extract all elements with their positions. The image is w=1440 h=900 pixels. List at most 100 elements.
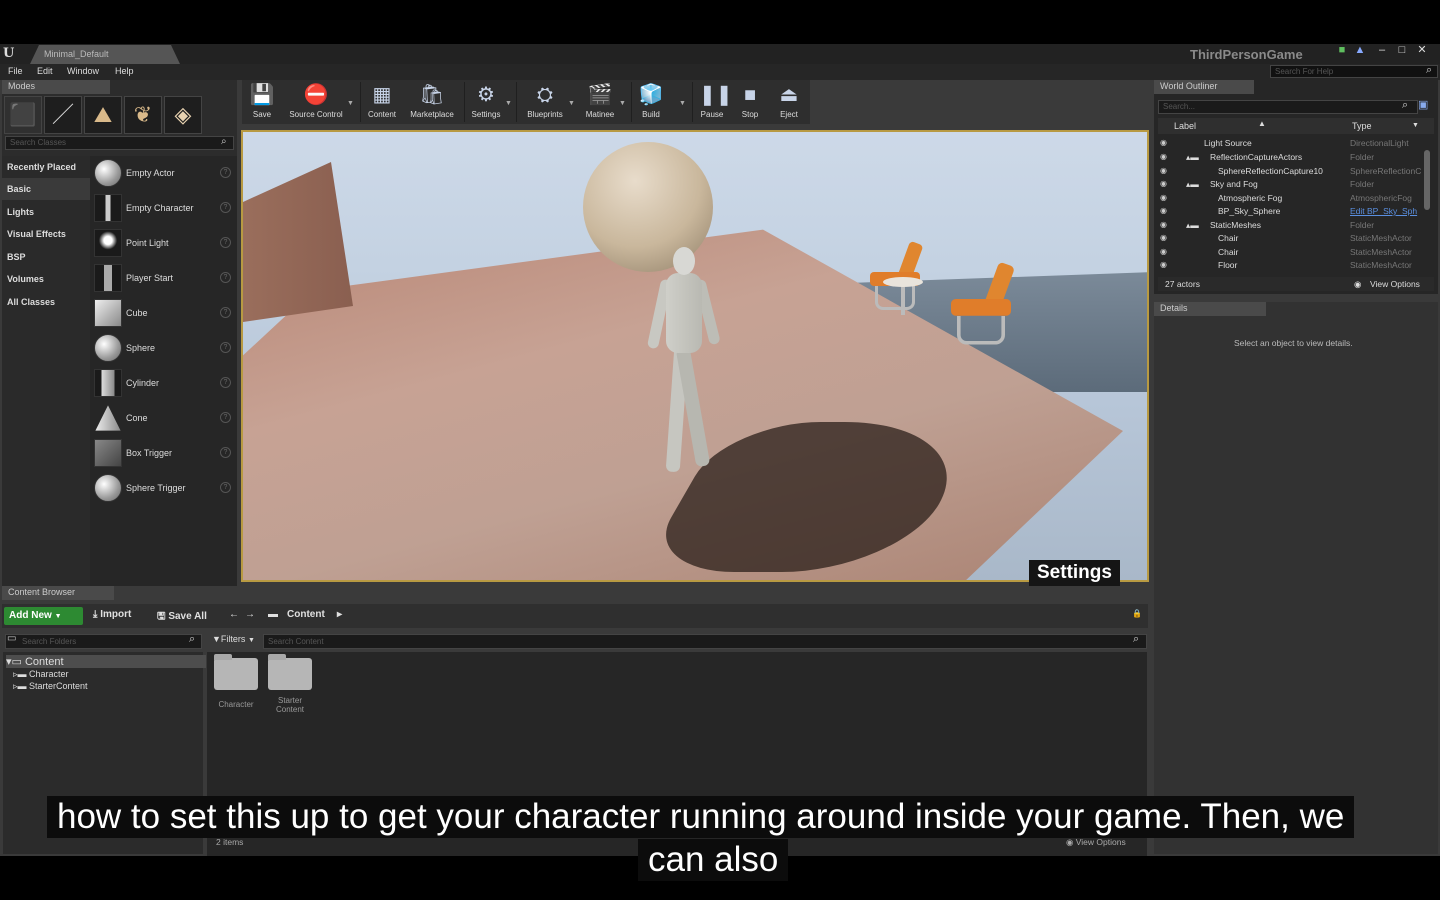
eye-icon[interactable]: ◉ — [1160, 166, 1167, 175]
save-button[interactable]: 💾 Save — [244, 80, 280, 124]
help-icon[interactable]: ? — [220, 272, 231, 283]
content-browser-tab[interactable]: Content Browser — [2, 586, 114, 600]
category-bsp[interactable]: BSP — [2, 246, 90, 268]
help-icon[interactable]: ? — [220, 377, 231, 388]
place-item-empty-character[interactable]: Empty Character? — [94, 194, 234, 224]
eye-icon[interactable]: ◉ — [1160, 152, 1167, 161]
modes-tab[interactable]: Modes — [2, 80, 110, 94]
outliner-row[interactable]: ◉ ▴▬ ReflectionCaptureActors Folder — [1158, 151, 1423, 164]
search-content-input[interactable]: Search Content — [263, 634, 1147, 649]
matinee-button[interactable]: 🎬 Matinee — [580, 80, 620, 124]
place-mode-icon[interactable]: ⬛ — [4, 96, 42, 134]
stop-button[interactable]: ■ Stop — [736, 80, 764, 124]
chevron-down-icon[interactable]: ▼ — [619, 100, 626, 107]
place-item-sphere-trigger[interactable]: Sphere Trigger? — [94, 474, 234, 504]
source-control-button[interactable]: ⛔ Source Control — [284, 80, 348, 124]
import-button[interactable]: ⤓ Import — [93, 609, 131, 620]
menu-help[interactable]: Help — [115, 66, 134, 76]
back-arrow-icon[interactable]: ← — [229, 609, 239, 620]
outliner-row[interactable]: ◉ Atmospheric Fog AtmosphericFog — [1158, 192, 1423, 205]
view-options-button[interactable]: View Options — [1370, 279, 1420, 289]
type-column-header[interactable]: Type — [1352, 121, 1372, 131]
pause-button[interactable]: ❚❚ Pause — [697, 80, 733, 124]
place-item-box-trigger[interactable]: Box Trigger? — [94, 439, 234, 469]
place-item-cube[interactable]: Cube? — [94, 299, 234, 329]
outliner-row[interactable]: ◉ Floor StaticMeshActor — [1158, 259, 1423, 272]
place-item-player-start[interactable]: Player Start? — [94, 264, 234, 294]
add-folder-icon[interactable]: ▭ — [7, 633, 16, 644]
settings-button[interactable]: ⚙ Settings — [468, 80, 504, 124]
category-recently-placed[interactable]: Recently Placed — [2, 156, 90, 178]
outliner-scrollbar[interactable] — [1424, 150, 1430, 210]
menu-window[interactable]: Window — [67, 66, 99, 76]
place-item-point-light[interactable]: Point Light? — [94, 229, 234, 259]
path-breadcrumb[interactable]: Content — [287, 609, 325, 620]
forward-arrow-icon[interactable]: → — [245, 609, 255, 620]
view-options-button[interactable]: ◉ View Options — [1066, 837, 1126, 848]
place-item-cylinder[interactable]: Cylinder? — [94, 369, 234, 399]
outliner-row[interactable]: ◉ Chair StaticMeshActor — [1158, 246, 1423, 259]
eject-button[interactable]: ⏏ Eject — [774, 80, 804, 124]
content-button[interactable]: ▦ Content — [364, 80, 400, 124]
eye-icon[interactable]: ◉ — [1160, 206, 1167, 215]
world-outliner-tab[interactable]: World Outliner — [1154, 80, 1254, 94]
category-volumes[interactable]: Volumes — [2, 268, 90, 290]
label-column-header[interactable]: Label — [1174, 121, 1196, 131]
outliner-row[interactable]: ◉ Chair StaticMeshActor — [1158, 232, 1423, 245]
add-folder-icon[interactable]: ▣ — [1418, 98, 1428, 111]
chevron-right-icon[interactable]: ▸ — [337, 609, 342, 620]
level-viewport[interactable] — [241, 130, 1149, 582]
marketplace-button[interactable]: 🛍 Marketplace — [405, 80, 459, 124]
source-control-status-icon[interactable]: ■ — [1332, 44, 1352, 58]
outliner-row[interactable]: ◉ SphereReflectionCapture10 SphereReflecti… — [1158, 165, 1423, 178]
eye-icon[interactable]: ◉ — [1160, 179, 1167, 188]
chevron-down-icon[interactable]: ▼ — [568, 100, 575, 107]
place-item-cone[interactable]: Cone? — [94, 404, 234, 434]
place-item-empty-actor[interactable]: Empty Actor? — [94, 159, 234, 189]
add-new-button[interactable]: Add New ▼ — [4, 607, 83, 625]
search-folders-input[interactable]: Search Folders — [5, 634, 202, 649]
help-icon[interactable]: ? — [220, 237, 231, 248]
minimize-icon[interactable]: – — [1372, 44, 1392, 58]
filters-button[interactable]: ▼Filters ▼ — [212, 634, 255, 644]
help-icon[interactable]: ? — [220, 342, 231, 353]
maximize-icon[interactable]: □ — [1392, 44, 1412, 58]
details-tab[interactable]: Details — [1154, 302, 1266, 316]
chevron-down-icon[interactable]: ▼ — [679, 100, 686, 107]
landscape-mode-icon[interactable]: ⛰ — [84, 96, 122, 134]
help-icon[interactable]: ? — [220, 167, 231, 178]
build-button[interactable]: 🧊 Build — [635, 80, 667, 124]
category-all-classes[interactable]: All Classes — [2, 291, 90, 313]
paint-mode-icon[interactable]: ／ — [44, 96, 82, 134]
close-icon[interactable]: ✕ — [1412, 44, 1432, 58]
menu-edit[interactable]: Edit — [37, 66, 53, 76]
eye-icon[interactable]: ◉ — [1160, 220, 1167, 229]
help-icon[interactable]: ? — [220, 202, 231, 213]
eye-icon[interactable]: ◉ — [1160, 260, 1167, 269]
level-tab[interactable]: Minimal_Default — [30, 45, 180, 64]
chevron-down-icon[interactable]: ▼ — [505, 100, 512, 107]
tree-item-content[interactable]: ▾▭ Content — [6, 655, 206, 668]
outliner-search-input[interactable]: Search... — [1158, 100, 1418, 114]
help-icon[interactable]: ? — [220, 307, 231, 318]
outliner-row[interactable]: ◉ BP_Sky_Sphere Edit BP_Sky_Sph — [1158, 205, 1423, 218]
outliner-row[interactable]: ◉ Light Source DirectionalLight — [1158, 137, 1423, 150]
help-icon[interactable]: ? — [220, 412, 231, 423]
chevron-down-icon[interactable]: ▼ — [1412, 122, 1419, 129]
tree-item-startercontent[interactable]: ▹▬ StarterContent — [13, 681, 213, 694]
outliner-row[interactable]: ◉ ▴▬ Sky and Fog Folder — [1158, 178, 1423, 191]
eye-icon[interactable]: ◉ — [1160, 193, 1167, 202]
outliner-row[interactable]: ◉ ▴▬ StaticMeshes Folder — [1158, 219, 1423, 232]
eye-icon[interactable]: ◉ — [1160, 247, 1167, 256]
asset-folder-tile[interactable]: Character — [213, 654, 259, 709]
menu-file[interactable]: File — [8, 66, 23, 76]
edit-blueprint-link[interactable]: Edit BP_Sky_Sph — [1350, 206, 1424, 216]
eye-icon[interactable]: ◉ — [1160, 138, 1167, 147]
help-icon[interactable]: ? — [220, 482, 231, 493]
save-all-button[interactable]: 🖫 Save All — [157, 609, 207, 626]
blueprints-button[interactable]: ⛭ Blueprints — [522, 80, 568, 124]
category-visual-effects[interactable]: Visual Effects — [2, 223, 90, 245]
help-icon[interactable]: ? — [220, 447, 231, 458]
chevron-down-icon[interactable]: ▼ — [347, 100, 354, 107]
search-classes-input[interactable]: Search Classes — [5, 136, 234, 150]
